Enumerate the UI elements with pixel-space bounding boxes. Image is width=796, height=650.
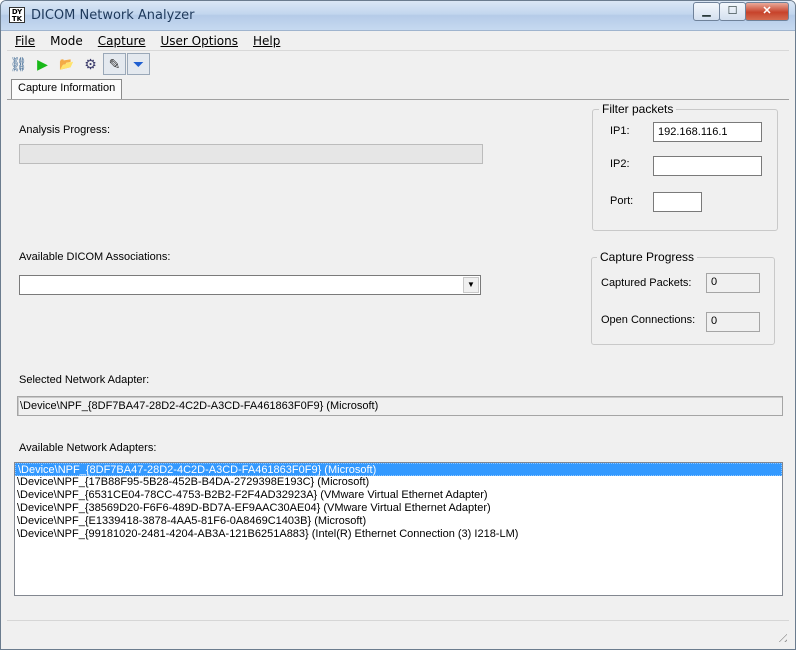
pencil-icon: ✎	[108, 55, 121, 72]
status-bar	[7, 620, 789, 644]
ip1-label: IP1:	[610, 125, 630, 137]
adapter-list-item[interactable]: \Device\NPF_{38569D20-F6F6-489D-BD7A-EF9…	[15, 502, 782, 515]
associations-label: Available DICOM Associations:	[19, 251, 171, 263]
close-button[interactable]: ✕	[745, 2, 789, 21]
maximize-button[interactable]: ☐	[719, 2, 746, 21]
ip1-input[interactable]: 192.168.116.1	[653, 122, 762, 142]
ip2-input[interactable]	[653, 156, 762, 176]
adapter-list-item[interactable]: \Device\NPF_{6531CE04-78CC-4753-B2B2-F2F…	[15, 489, 782, 502]
network-button[interactable]: ⛓	[7, 53, 30, 75]
ip2-label: IP2:	[610, 158, 630, 170]
gear-icon: ⚙	[84, 55, 97, 72]
associations-dropdown[interactable]: ▼	[19, 275, 481, 295]
caption-buttons: ▁ ☐ ✕	[693, 2, 789, 21]
menu-help-label: Help	[252, 33, 281, 48]
menu-help[interactable]: Help	[245, 34, 287, 48]
adapter-list-item[interactable]: \Device\NPF_{17B88F95-5B28-452B-B4DA-272…	[15, 476, 782, 489]
open-connections-label: Open Connections:	[601, 314, 696, 326]
filter-button[interactable]: ⏷	[127, 53, 150, 75]
captured-packets-label: Captured Packets:	[601, 277, 692, 289]
adapter-list-item[interactable]: \Device\NPF_{99181020-2481-4204-AB3A-121…	[15, 528, 782, 541]
minimize-button[interactable]: ▁	[693, 2, 720, 21]
start-capture-button[interactable]: ▶	[31, 53, 54, 75]
selected-adapter-field: \Device\NPF_{8DF7BA47-28D2-4C2D-A3CD-FA4…	[17, 396, 783, 416]
filter-icon: ⏷	[132, 55, 145, 72]
available-adapters-label: Available Network Adapters:	[19, 442, 157, 454]
menu-user-options-label: User Options	[160, 33, 238, 48]
title-bar[interactable]: DY TK DICOM Network Analyzer ▁ ☐ ✕	[1, 1, 795, 31]
menu-user-options[interactable]: User Options	[153, 34, 245, 48]
chevron-down-icon[interactable]: ▼	[463, 277, 479, 293]
menu-file[interactable]: File	[7, 34, 42, 48]
resize-grip-icon[interactable]	[775, 630, 787, 642]
captured-packets-value: 0	[706, 273, 760, 293]
adapter-list-item[interactable]: \Device\NPF_{8DF7BA47-28D2-4C2D-A3CD-FA4…	[15, 463, 782, 476]
play-icon: ▶	[37, 55, 48, 72]
tab-capture-information[interactable]: Capture Information	[11, 79, 123, 100]
adapters-listbox[interactable]: \Device\NPF_{8DF7BA47-28D2-4C2D-A3CD-FA4…	[14, 462, 783, 596]
menu-mode-label: Mode	[50, 33, 83, 48]
selected-adapter-label: Selected Network Adapter:	[19, 374, 150, 386]
menu-capture-label: Capture	[97, 33, 146, 48]
edit-button[interactable]: ✎	[103, 53, 126, 75]
menu-bar: File Mode Capture User Options Help	[7, 31, 789, 51]
analysis-progress-bar	[19, 144, 483, 164]
open-folder-icon: 📂	[59, 57, 74, 71]
settings-button[interactable]: ⚙	[79, 53, 102, 75]
menu-mode[interactable]: Mode	[42, 34, 90, 48]
adapter-list-item[interactable]: \Device\NPF_{E1339418-3878-4AA5-81F6-0A8…	[15, 515, 782, 528]
menu-file-label: File	[15, 33, 36, 48]
capture-progress-title: Capture Progress	[597, 250, 698, 264]
open-button[interactable]: 📂	[55, 53, 78, 75]
window-title: DICOM Network Analyzer	[31, 8, 195, 23]
open-connections-value: 0	[706, 312, 760, 332]
analysis-progress-label: Analysis Progress:	[19, 124, 111, 136]
app-window: DY TK DICOM Network Analyzer ▁ ☐ ✕ File M…	[0, 0, 796, 650]
port-input[interactable]	[653, 192, 702, 212]
toolbar: ⛓ ▶ 📂 ⚙ ✎ ⏷	[7, 52, 151, 76]
filter-packets-title: Filter packets	[599, 102, 677, 116]
network-icon: ⛓	[9, 55, 28, 72]
menu-capture[interactable]: Capture	[90, 34, 153, 48]
port-label: Port:	[610, 195, 634, 207]
app-logo-icon[interactable]: DY TK	[9, 7, 25, 23]
